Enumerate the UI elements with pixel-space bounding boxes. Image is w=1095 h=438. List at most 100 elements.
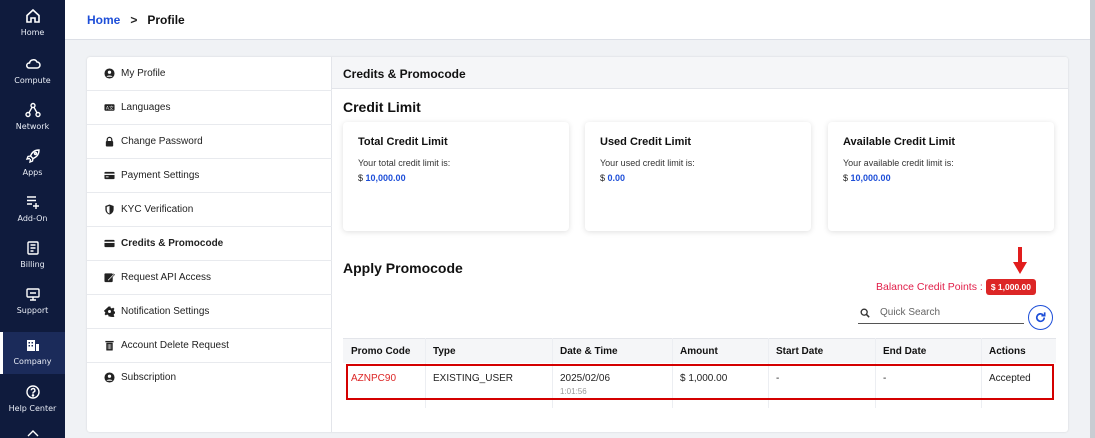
credit-amount: 0.00	[607, 173, 626, 183]
column-header: Date & Time	[560, 346, 618, 357]
nav-item-compute[interactable]: Compute	[0, 56, 65, 96]
search-input[interactable]	[880, 307, 1020, 318]
nav-label: Compute	[14, 76, 51, 85]
date-value: 2025/02/06	[560, 373, 611, 384]
menu-item-request-api-access[interactable]: Request API Access	[87, 261, 332, 295]
card-description: Your used credit limit is:	[600, 158, 695, 168]
menu-item-my-profile[interactable]: My Profile	[87, 57, 332, 91]
network-icon	[0, 102, 65, 120]
end-date-cell: -	[883, 373, 887, 384]
menu-item-kyc-verification[interactable]: KYC Verification	[87, 193, 332, 227]
date-time-cell: 2025/02/06 1:01:56	[560, 373, 610, 396]
start-date-cell: -	[776, 373, 780, 384]
breadcrumb-home-link[interactable]: Home	[87, 13, 120, 27]
total-credit-card: Total Credit Limit Your total credit lim…	[343, 122, 569, 231]
add-list-icon	[0, 194, 65, 212]
card-value: $ 10,000.00	[358, 173, 554, 183]
edit-icon	[103, 272, 115, 284]
trash-icon	[103, 340, 115, 352]
menu-item-label: Payment Settings	[121, 170, 200, 181]
menu-item-label: Credits & Promocode	[121, 238, 224, 249]
nav-item-more[interactable]	[0, 428, 65, 438]
menu-item-label: Notification Settings	[121, 306, 210, 317]
nav-item-home[interactable]: Home	[0, 8, 65, 48]
menu-item-label: Subscription	[121, 371, 177, 383]
menu-item-account-delete-request[interactable]: Account Delete Request	[87, 329, 332, 363]
menu-item-payment-settings[interactable]: Payment Settings	[87, 159, 332, 193]
card-title: Used Credit Limit	[600, 136, 692, 148]
menu-item-credits-promocode[interactable]: Credits & Promocode	[87, 227, 332, 261]
menu-item-label: My Profile	[121, 68, 166, 79]
lock-icon	[103, 136, 115, 148]
currency-symbol: $	[600, 173, 606, 183]
quick-search	[858, 302, 1024, 324]
language-icon: A文	[103, 102, 115, 114]
user-circle-icon	[103, 371, 115, 383]
nav-item-company[interactable]: Company	[0, 332, 65, 374]
card-description: Your available credit limit is:	[843, 158, 954, 168]
nav-item-network[interactable]: Network	[0, 102, 65, 142]
nav-item-help-center[interactable]: Help Center	[0, 384, 65, 424]
column-header: Start Date	[776, 346, 824, 357]
refresh-button[interactable]	[1028, 305, 1053, 330]
currency-symbol: $	[843, 173, 849, 183]
nav-item-billing[interactable]: Billing	[0, 240, 65, 280]
available-credit-card: Available Credit Limit Your available cr…	[828, 122, 1054, 231]
column-header: End Date	[883, 346, 927, 357]
breadcrumb-bar: Home > Profile	[65, 0, 1090, 40]
menu-item-label: Request API Access	[121, 272, 212, 283]
profile-panel: My Profile A文 Languages Change Password …	[87, 57, 1068, 432]
nav-item-apps[interactable]: Apps	[0, 148, 65, 188]
column-header: Type	[433, 346, 456, 357]
used-credit-card: Used Credit Limit Your used credit limit…	[585, 122, 811, 231]
nav-label: Network	[15, 122, 50, 131]
gear-icon	[103, 306, 115, 318]
card-description: Your total credit limit is:	[358, 158, 451, 168]
card-value: $ 10,000.00	[843, 173, 1039, 183]
help-icon	[0, 384, 65, 402]
menu-item-notification-settings[interactable]: Notification Settings	[87, 295, 332, 329]
table-header: Promo Code Type Date & Time Amount Start…	[343, 338, 1056, 363]
settings-menu: My Profile A文 Languages Change Password …	[87, 57, 332, 432]
nav-label: Apps	[22, 168, 43, 177]
home-icon	[0, 8, 65, 26]
menu-item-subscription[interactable]: Subscription	[87, 360, 332, 394]
balance-credit-points: Balance Credit Points : $ 1,000.00	[876, 279, 1036, 295]
nav-item-add-on[interactable]: Add-On	[0, 194, 65, 234]
column-header: Promo Code	[351, 346, 411, 357]
menu-item-label: Change Password	[121, 136, 203, 147]
credits-content: Credits & Promocode Credit Limit Total C…	[332, 57, 1068, 432]
breadcrumb: Home > Profile	[87, 13, 185, 27]
refresh-icon	[1036, 312, 1046, 323]
column-header: Actions	[989, 346, 1026, 357]
credit-amount: 10,000.00	[365, 173, 406, 183]
more-icon	[0, 428, 65, 438]
user-circle-icon	[103, 68, 115, 80]
nav-label: Add-On	[17, 214, 48, 223]
menu-item-label: Languages	[121, 102, 171, 113]
building-icon	[0, 337, 65, 355]
content-header: Credits & Promocode	[332, 57, 1068, 89]
nav-item-support[interactable]: Support	[0, 286, 65, 326]
nav-label: Home	[20, 28, 45, 37]
credit-card-icon	[103, 170, 115, 182]
card-icon	[103, 238, 115, 250]
left-navigation: Home Compute Network Apps Add-On Billing…	[0, 0, 65, 438]
card-value: $ 0.00	[600, 173, 796, 183]
menu-item-change-password[interactable]: Change Password	[87, 125, 332, 159]
amount-cell: $ 1,000.00	[680, 373, 728, 384]
balance-badge: $ 1,000.00	[985, 279, 1036, 295]
support-icon	[0, 286, 65, 304]
menu-item-languages[interactable]: A文 Languages	[87, 91, 332, 125]
page-scrollbar[interactable]	[1090, 0, 1095, 438]
card-title: Total Credit Limit	[358, 136, 448, 148]
nav-label: Company	[13, 357, 52, 366]
table-row[interactable]: AZNPC90 EXISTING_USER 2025/02/06 1:01:56…	[343, 364, 1056, 408]
currency-symbol: $	[358, 173, 364, 183]
search-icon	[858, 306, 872, 320]
credit-limit-title: Credit Limit	[343, 99, 421, 115]
nav-label: Billing	[20, 260, 45, 269]
breadcrumb-separator: >	[130, 13, 138, 27]
nav-label: Help Center	[8, 404, 57, 413]
apply-promocode-title: Apply Promocode	[343, 260, 463, 276]
